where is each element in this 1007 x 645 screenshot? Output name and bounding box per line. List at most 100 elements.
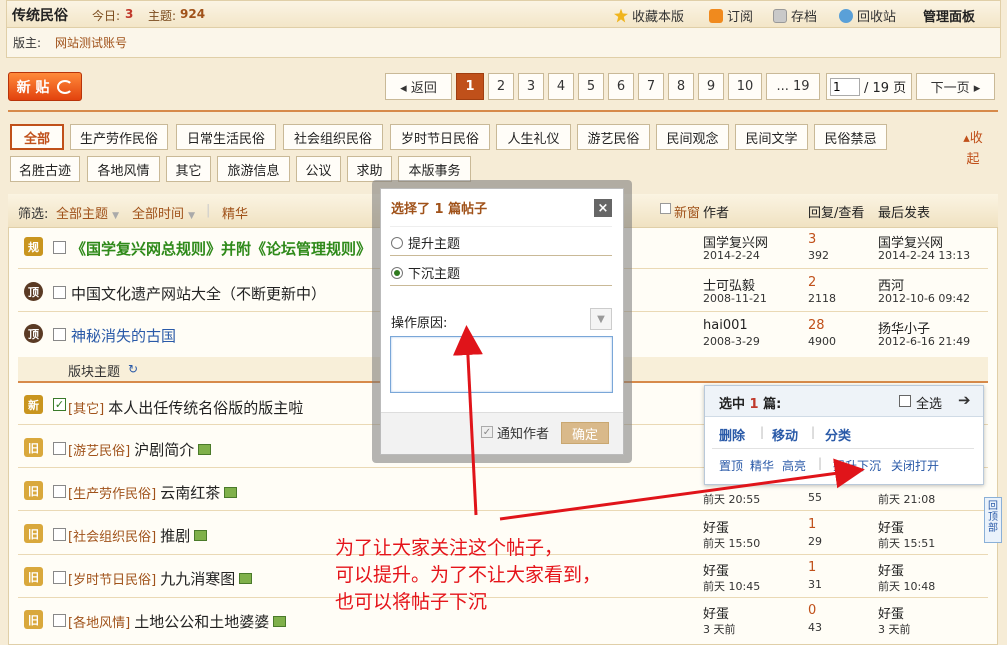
thread-replies[interactable]: 3: [808, 232, 816, 247]
thread-title[interactable]: 本人出任传统名俗版的版主啦: [108, 399, 303, 417]
next-page-button[interactable]: 下一页 ▸: [916, 73, 995, 100]
move-action[interactable]: 移动: [772, 425, 798, 444]
page-input[interactable]: [830, 77, 860, 96]
thread-checkbox[interactable]: [53, 328, 66, 341]
thread-title[interactable]: 土地公公和土地婆婆: [134, 613, 269, 631]
forum-title[interactable]: 传统民俗: [12, 5, 68, 25]
last-post-time[interactable]: 2014-2-24 13:13: [878, 249, 970, 262]
page-button-last[interactable]: ... 19: [766, 73, 820, 100]
page-button[interactable]: 4: [548, 73, 574, 100]
radio-sink-selected[interactable]: [391, 266, 403, 279]
thread-checkbox-checked[interactable]: ✓: [53, 398, 66, 411]
thread-replies[interactable]: 1: [808, 560, 816, 575]
refresh-icon[interactable]: ↻: [128, 362, 138, 376]
last-post-time[interactable]: 2012-10-6 09:42: [878, 292, 970, 305]
delete-action[interactable]: 删除: [719, 425, 745, 444]
category-tab[interactable]: 各地风情: [87, 156, 160, 182]
reason-dropdown[interactable]: ▼: [590, 308, 612, 330]
thread-checkbox[interactable]: [53, 442, 66, 455]
last-post-user[interactable]: 好蛋: [878, 603, 904, 622]
thread-title[interactable]: 神秘消失的古国: [71, 325, 176, 346]
option-raise[interactable]: 提升主题: [391, 233, 460, 252]
thread-title[interactable]: 云南红茶: [160, 484, 220, 502]
category-tab[interactable]: 旅游信息: [217, 156, 290, 182]
thread-title[interactable]: 九九消寒图: [160, 570, 235, 588]
last-post-user[interactable]: 好蛋: [878, 517, 904, 536]
recycle-link[interactable]: 回收站: [839, 6, 896, 25]
page-button[interactable]: 8: [668, 73, 694, 100]
category-tab[interactable]: 本版事务: [398, 156, 471, 182]
last-post-time[interactable]: 前天 15:51: [878, 535, 935, 551]
page-button[interactable]: 10: [728, 73, 762, 100]
arrow-right-icon[interactable]: ➔: [958, 391, 971, 409]
thread-replies[interactable]: 2: [808, 275, 816, 290]
digest-action[interactable]: 精华: [750, 457, 774, 474]
back-to-top-button[interactable]: 回顶部: [984, 497, 1002, 543]
category-tab[interactable]: 民俗禁忌: [814, 124, 887, 150]
thread-tag[interactable]: [社会组织民俗]: [68, 530, 156, 545]
thread-checkbox[interactable]: [53, 241, 66, 254]
thread-checkbox[interactable]: [53, 286, 66, 299]
page-button[interactable]: 9: [698, 73, 724, 100]
thread-replies[interactable]: 1: [808, 517, 816, 532]
page-button[interactable]: 5: [578, 73, 604, 100]
radio-raise[interactable]: [391, 236, 403, 249]
last-post-time[interactable]: 3 天前: [878, 621, 911, 637]
thread-title[interactable]: 推剧: [160, 527, 190, 545]
thread-tag[interactable]: [游艺民俗]: [68, 444, 130, 459]
stick-action[interactable]: 置顶: [719, 457, 743, 474]
moderator-name[interactable]: 网站测试账号: [55, 34, 127, 51]
category-tab[interactable]: 公议: [296, 156, 341, 182]
filter-digest[interactable]: 精华: [222, 203, 248, 222]
thread-author[interactable]: 好蛋: [703, 560, 729, 579]
reason-textarea[interactable]: [390, 336, 613, 393]
page-button[interactable]: 6: [608, 73, 634, 100]
notify-author-checkbox[interactable]: ✓: [481, 426, 493, 438]
back-button[interactable]: ◂ 返回: [385, 73, 452, 100]
thread-author[interactable]: 好蛋: [703, 517, 729, 536]
last-post-time[interactable]: 前天 21:08: [878, 491, 935, 507]
category-tab[interactable]: 民间观念: [656, 124, 729, 150]
new-window-check[interactable]: [660, 203, 671, 214]
category-tab[interactable]: 日常生活民俗: [176, 124, 276, 150]
thread-checkbox[interactable]: [53, 485, 66, 498]
subscribe-link[interactable]: 订阅: [709, 6, 753, 25]
archive-link[interactable]: 存档: [773, 6, 817, 25]
close-icon[interactable]: ×: [594, 199, 612, 217]
new-post-button[interactable]: 新 贴: [8, 72, 82, 101]
category-tab[interactable]: 名胜古迹: [10, 156, 80, 182]
last-post-time[interactable]: 2012-6-16 21:49: [878, 335, 970, 348]
filter-all-topics[interactable]: 全部主题 ▼: [56, 203, 119, 222]
favorite-link[interactable]: 收藏本版: [614, 6, 684, 25]
thread-title[interactable]: 沪剧简介: [134, 441, 194, 459]
last-post-time[interactable]: 前天 10:48: [878, 578, 935, 594]
collapse-toggle[interactable]: ▴收起: [958, 128, 988, 170]
thread-title[interactable]: 《国学复兴网总规则》并附《论坛管理规则》: [71, 238, 383, 259]
category-tab[interactable]: 游艺民俗: [577, 124, 650, 150]
thread-replies[interactable]: 0: [808, 603, 816, 618]
thread-checkbox[interactable]: [53, 571, 66, 584]
page-button[interactable]: 1: [456, 73, 484, 100]
classify-action[interactable]: 分类: [825, 425, 851, 444]
confirm-button[interactable]: 确定: [561, 422, 609, 444]
filter-all-time[interactable]: 全部时间 ▼: [132, 203, 195, 222]
thread-tag[interactable]: [生产劳作民俗]: [68, 487, 156, 502]
select-all-label[interactable]: 全选: [916, 393, 942, 412]
category-tab[interactable]: 岁时节日民俗: [390, 124, 490, 150]
thread-title[interactable]: 中国文化遗产网站大全（不断更新中）: [71, 283, 326, 304]
category-all[interactable]: 全部: [10, 124, 64, 150]
thread-checkbox[interactable]: [53, 528, 66, 541]
thread-author[interactable]: 好蛋: [703, 603, 729, 622]
category-tab[interactable]: 人生礼仪: [496, 124, 571, 150]
thread-checkbox[interactable]: [53, 614, 66, 627]
thread-author[interactable]: hai001: [703, 318, 748, 333]
select-all-checkbox[interactable]: [899, 395, 911, 407]
option-sink[interactable]: 下沉主题: [391, 263, 460, 282]
page-button[interactable]: 7: [638, 73, 664, 100]
category-tab[interactable]: 民间文学: [735, 124, 808, 150]
thread-tag[interactable]: [各地风情]: [68, 616, 130, 631]
thread-tag[interactable]: [其它]: [68, 402, 104, 417]
close-open-action[interactable]: 关闭打开: [891, 457, 939, 474]
raise-sink-action[interactable]: 提升下沉: [833, 457, 881, 474]
category-tab[interactable]: 求助: [347, 156, 392, 182]
